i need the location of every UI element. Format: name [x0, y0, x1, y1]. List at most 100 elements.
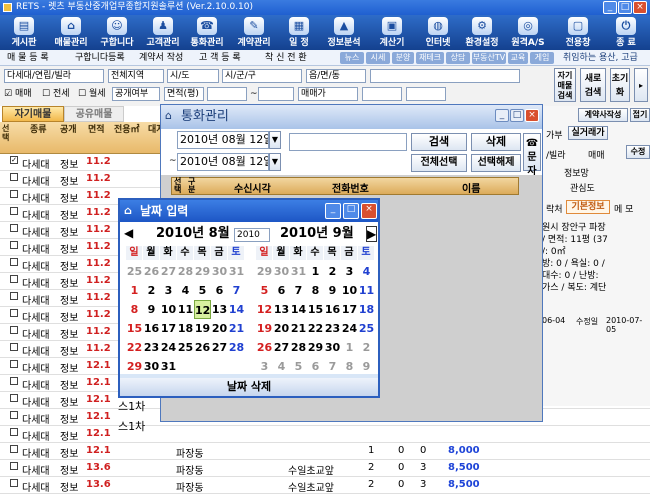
- price-min-input[interactable]: [362, 87, 402, 101]
- row-checkbox[interactable]: [10, 462, 18, 470]
- toolbar-button-12[interactable]: ▢ 전용창: [556, 16, 600, 49]
- calendar-day[interactable]: 8: [307, 281, 324, 300]
- new-search-button[interactable]: 새로 검색: [580, 68, 606, 102]
- date-dialog-maximize[interactable]: □: [343, 203, 359, 219]
- date-from-field[interactable]: 2010년 08월 12일: [177, 131, 269, 149]
- row-checkbox[interactable]: [10, 224, 18, 232]
- calendar-day[interactable]: 1: [307, 262, 324, 281]
- calendar-day[interactable]: 4: [177, 281, 194, 300]
- minimize-button[interactable]: _: [603, 1, 617, 14]
- calendar-day[interactable]: 13: [273, 300, 290, 319]
- calendar-day[interactable]: 2: [324, 262, 341, 281]
- register-request-button[interactable]: 구합니다등록: [72, 51, 128, 65]
- calendar-day[interactable]: 7: [290, 281, 307, 300]
- calendar-day[interactable]: 13: [211, 300, 228, 319]
- price-max-input[interactable]: [406, 87, 446, 101]
- row-checkbox[interactable]: [10, 207, 18, 215]
- link-pill[interactable]: 분양: [392, 52, 414, 64]
- row-checkbox[interactable]: [10, 309, 18, 317]
- calendar-day[interactable]: 26: [256, 338, 273, 357]
- area-max-input[interactable]: [258, 87, 294, 101]
- row-checkbox[interactable]: ✓: [10, 156, 18, 164]
- calendar-day[interactable]: 28: [290, 338, 307, 357]
- sigungu-select[interactable]: 시/군/구: [222, 69, 302, 83]
- calendar-day[interactable]: 19: [256, 319, 273, 338]
- calendar-day[interactable]: 30: [143, 357, 160, 376]
- expand-arrow-icon[interactable]: ▸: [634, 68, 648, 102]
- row-checkbox[interactable]: [10, 326, 18, 334]
- calendar-day[interactable]: 1: [126, 281, 143, 300]
- call-search-input[interactable]: [289, 133, 407, 151]
- calendar-day[interactable]: 7: [228, 281, 245, 300]
- delete-button[interactable]: 삭제: [471, 133, 521, 151]
- calendar-day[interactable]: 9: [143, 300, 160, 319]
- link-pill[interactable]: 뉴스: [340, 52, 364, 64]
- call-forward-button[interactable]: 착 신 전 환: [262, 51, 310, 65]
- calendar-day[interactable]: 26: [143, 262, 160, 281]
- calendar-day[interactable]: 1: [341, 338, 358, 357]
- calendar-day[interactable]: 29: [126, 357, 143, 376]
- calendar-day[interactable]: 3: [341, 262, 358, 281]
- calendar-day[interactable]: 3: [256, 357, 273, 376]
- calendar-day[interactable]: 31: [228, 262, 245, 281]
- calendar-day[interactable]: 14: [228, 300, 245, 319]
- link-pill[interactable]: 시세: [366, 52, 390, 64]
- tab-contact[interactable]: 락처: [546, 202, 563, 215]
- calendar-day[interactable]: 10: [160, 300, 177, 319]
- wolse-checkbox[interactable]: ☐ 월세: [78, 87, 106, 101]
- tab-memo[interactable]: 메 모: [614, 202, 633, 215]
- tab-own-listings[interactable]: 자기매물: [2, 106, 64, 122]
- toolbar-button-3[interactable]: ♟ 고객관리: [141, 16, 185, 49]
- toolbar-button-10[interactable]: ⚙ 환경설정: [460, 16, 504, 49]
- register-customer-button[interactable]: 고 객 등 록: [196, 51, 244, 65]
- calendar-day[interactable]: 5: [194, 281, 211, 300]
- row-checkbox[interactable]: [10, 428, 18, 436]
- calendar-day[interactable]: 17: [341, 300, 358, 319]
- calendar-day[interactable]: 19: [194, 319, 211, 338]
- tab-shared-listings[interactable]: 공유매물: [64, 106, 124, 122]
- table-row[interactable]: 다세대 정보 12.1: [0, 426, 650, 443]
- register-listing-button[interactable]: 매 물 등 록: [4, 51, 52, 65]
- calendar-day[interactable]: 15: [307, 300, 324, 319]
- calendar-day[interactable]: 2: [358, 338, 375, 357]
- tab-actual-price[interactable]: 실거래가: [568, 126, 608, 140]
- row-checkbox[interactable]: [10, 275, 18, 283]
- calendar-day[interactable]: 18: [358, 300, 375, 319]
- calendar-day[interactable]: 16: [143, 319, 160, 338]
- calendar-day[interactable]: 29: [194, 262, 211, 281]
- jeonse-checkbox[interactable]: ☐ 전세: [42, 87, 70, 101]
- next-month-icon[interactable]: ▶: [366, 226, 378, 242]
- region-select[interactable]: 전체지역: [108, 69, 164, 83]
- row-checkbox[interactable]: [10, 377, 18, 385]
- row-checkbox[interactable]: [10, 173, 18, 181]
- call-dialog-close[interactable]: ×: [525, 109, 539, 122]
- sale-checkbox[interactable]: ☑ 매매: [4, 87, 32, 101]
- calendar-day[interactable]: 12: [194, 300, 211, 319]
- calendar-day[interactable]: 22: [126, 338, 143, 357]
- deselect-button[interactable]: 선택해제: [471, 154, 521, 172]
- maximize-button[interactable]: □: [618, 1, 632, 14]
- calendar-day[interactable]: 10: [341, 281, 358, 300]
- toolbar-button-4[interactable]: ☎ 통화관리: [185, 16, 229, 49]
- date-dialog-close[interactable]: ×: [361, 203, 377, 219]
- date-delete-button[interactable]: 날짜 삭제: [120, 378, 378, 396]
- calendar-day[interactable]: 21: [290, 319, 307, 338]
- link-pill[interactable]: 상담: [446, 52, 470, 64]
- toolbar-button-7[interactable]: ▲ 정보분석: [322, 16, 366, 49]
- contract-write-button[interactable]: 계약사작성: [578, 108, 628, 122]
- row-checkbox[interactable]: [10, 258, 18, 266]
- date-to-dropdown-icon[interactable]: ▼: [269, 153, 281, 171]
- row-checkbox[interactable]: [10, 343, 18, 351]
- toolbar-button-5[interactable]: ✎ 계약관리: [232, 16, 276, 49]
- calendar-day[interactable]: 24: [341, 319, 358, 338]
- calendar-day[interactable]: 26: [194, 338, 211, 357]
- call-dialog-minimize[interactable]: _: [495, 109, 509, 122]
- link-pill[interactable]: 교육: [508, 52, 528, 64]
- sido-select[interactable]: 시/도: [167, 69, 219, 83]
- row-checkbox[interactable]: [10, 479, 18, 487]
- calendar-day[interactable]: 12: [256, 300, 273, 319]
- calendar-day[interactable]: 25: [177, 338, 194, 357]
- row-checkbox[interactable]: [10, 411, 18, 419]
- calendar-day[interactable]: 15: [126, 319, 143, 338]
- calendar-day[interactable]: 17: [160, 319, 177, 338]
